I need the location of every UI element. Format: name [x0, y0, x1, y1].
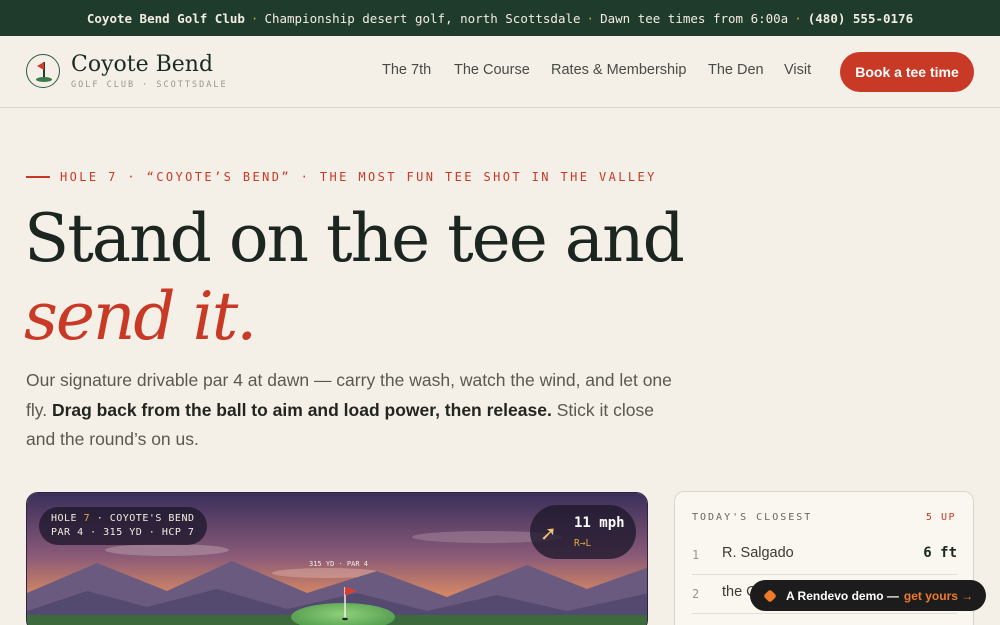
row-distance: 6 ft: [923, 545, 957, 561]
nav-the-course[interactable]: The Course: [454, 62, 530, 78]
hole-info-chip: HOLE 7 · COYOTE'S BEND PAR 4 · 315 YD · …: [39, 507, 207, 545]
hero-eyebrow: HOLE 7 · “COYOTE’S BEND” · THE MOST FUN …: [26, 170, 657, 184]
demo-badge[interactable]: A Rendevo demo — get yours →: [750, 580, 986, 611]
phone-link[interactable]: (480) 555-0176: [808, 11, 913, 26]
brand-subtitle: GOLF CLUB · SCOTTSDALE: [71, 80, 228, 90]
hole-name: · COYOTE'S BEND: [96, 513, 195, 524]
row-player: R. Salgado: [722, 545, 794, 561]
announcement-bar: Coyote Bend Golf Club · Championship des…: [0, 0, 1000, 36]
flag-logo-icon[interactable]: [26, 54, 60, 88]
rendevo-logo-icon: [763, 588, 777, 603]
wind-indicator: ➚ 11 mph R→L: [530, 505, 636, 559]
nav-rates-membership[interactable]: Rates & Membership: [551, 62, 686, 78]
eyebrow-text: HOLE 7 · “COYOTE’S BEND” · THE MOST FUN …: [60, 170, 657, 184]
book-tee-time-button[interactable]: Book a tee time: [840, 52, 974, 92]
nav-the-den[interactable]: The Den: [708, 62, 764, 78]
hole-number: 7: [83, 513, 91, 524]
wind-direction: R→L: [574, 538, 592, 549]
golf-game-canvas[interactable]: 315 YD · PAR 4 HOLE 7 · COYOTE'S BEND PA…: [26, 492, 648, 625]
demo-link[interactable]: get yours →: [904, 589, 973, 603]
hole-details: PAR 4 · 315 YD · HCP 7: [51, 527, 195, 538]
separator: ·: [250, 10, 259, 26]
separator: ·: [586, 10, 595, 26]
hero-lede: Our signature drivable par 4 at dawn — c…: [26, 366, 686, 455]
leaderboard-row: 1 R. Salgado 6 ft: [692, 537, 957, 575]
wind-arrow-icon: ➚: [540, 523, 557, 545]
wind-speed: 11 mph: [574, 515, 625, 531]
cup: [342, 617, 348, 621]
cloud: [105, 544, 229, 556]
site-header: Coyote Bend GOLF CLUB · SCOTTSDALE The 7…: [0, 36, 1000, 108]
hero-headline-accent: send it.: [24, 278, 257, 355]
pin-distance-label: 315 YD · PAR 4: [309, 560, 369, 568]
demo-text: A Rendevo demo —: [786, 588, 899, 603]
row-rank: 2: [692, 587, 700, 601]
lede-instruction: Drag back from the ball to aim and load …: [51, 399, 552, 420]
brand-name[interactable]: Coyote Bend: [71, 52, 213, 77]
nav-the-7th[interactable]: The 7th: [382, 62, 431, 78]
tagline: Championship desert golf, north Scottsda…: [264, 10, 581, 26]
club-name: Coyote Bend Golf Club: [86, 10, 245, 26]
leaderboard-count: 5 UP: [925, 512, 956, 523]
eyebrow-rule: [26, 176, 50, 178]
leaderboard-title: TODAY'S CLOSEST: [692, 512, 813, 523]
nav-visit[interactable]: Visit: [784, 62, 811, 78]
tee-hours: Dawn tee times from 6:00a: [600, 10, 789, 26]
separator: ·: [794, 10, 802, 26]
row-rank: 1: [692, 548, 700, 562]
hero-headline: Stand on the tee and: [24, 200, 685, 277]
